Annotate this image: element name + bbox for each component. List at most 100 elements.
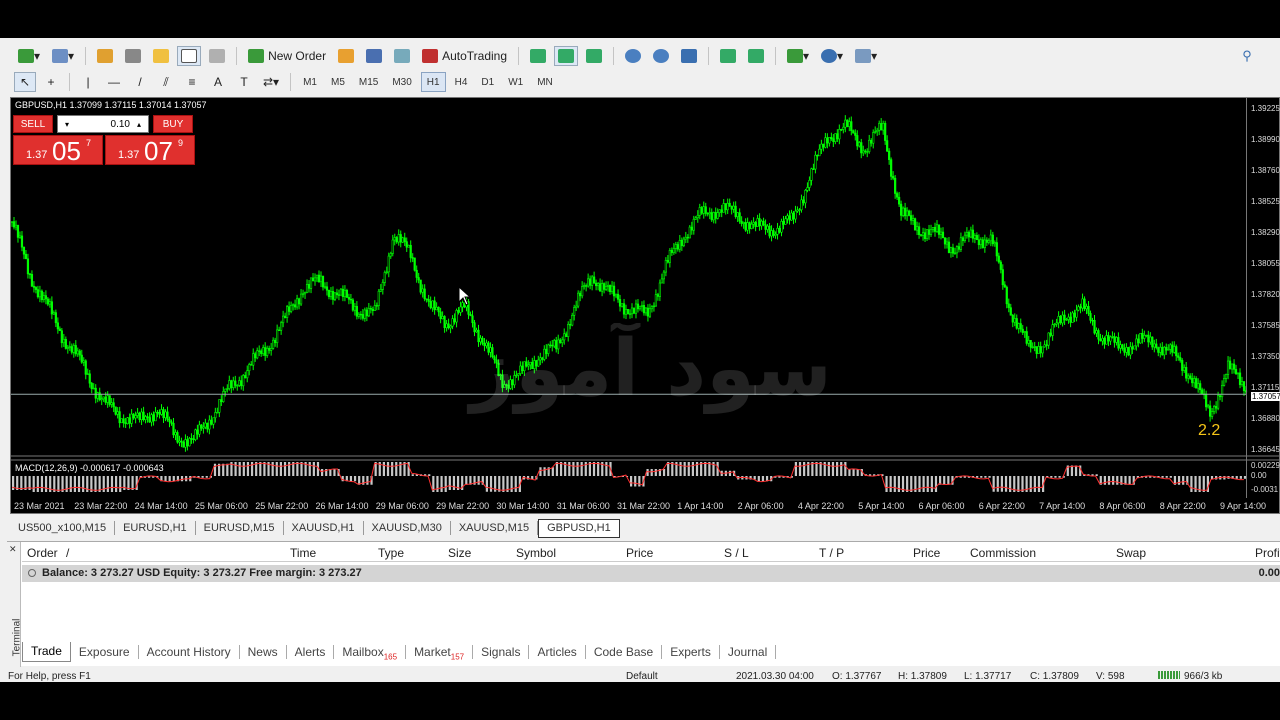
terminal-tab-journal[interactable]: Journal	[720, 645, 777, 659]
timeframe-m30[interactable]: M30	[387, 72, 416, 92]
macd-bar	[259, 462, 262, 476]
terminal-tab-trade[interactable]: Trade	[22, 642, 71, 662]
chart-tab[interactable]: XAUUSD,M15	[451, 521, 539, 535]
navigator-button[interactable]	[149, 46, 173, 66]
horizontal-line-tool[interactable]: —	[103, 72, 125, 92]
tile-windows-button[interactable]	[677, 46, 701, 66]
close-icon[interactable]: ✕	[9, 544, 17, 555]
candle-body	[323, 286, 327, 288]
column-type[interactable]: Type	[378, 546, 404, 560]
indicators-button[interactable]: ▾	[783, 46, 813, 66]
column-profit[interactable]: Profit	[1255, 546, 1280, 560]
buy-price[interactable]: 1.37 07 9	[105, 135, 195, 166]
column-price[interactable]: Price	[626, 546, 653, 560]
lot-decrease-icon[interactable]: ▾	[61, 118, 73, 130]
lot-increase-icon[interactable]: ▴	[133, 118, 145, 130]
candlestick-button[interactable]	[554, 46, 579, 66]
column-swap[interactable]: Swap	[1116, 546, 1146, 560]
macd-bar	[308, 462, 311, 476]
lot-size-input[interactable]: ▾ 0.10 ▴	[57, 115, 149, 133]
metaeditor-button[interactable]	[334, 46, 358, 66]
channel-tool[interactable]: ⫽	[155, 72, 177, 92]
candle-body	[941, 231, 945, 239]
terminal-tab-news[interactable]: News	[240, 645, 287, 659]
candle-body	[489, 347, 492, 353]
chart-shift-button[interactable]	[744, 46, 768, 66]
market-watch-icon	[97, 49, 114, 63]
candle-body	[98, 392, 101, 401]
terminal-tab-code-base[interactable]: Code Base	[586, 645, 663, 659]
templates-button[interactable]: ▾	[851, 46, 881, 66]
bar-chart-button[interactable]	[526, 46, 550, 66]
timeframe-m5[interactable]: M5	[326, 72, 350, 92]
column-time[interactable]: Time	[290, 546, 316, 560]
fibonacci-tool[interactable]: ≡	[181, 72, 203, 92]
zoom-in-button[interactable]	[621, 46, 645, 66]
column-order[interactable]: Order	[27, 546, 58, 560]
price-axis[interactable]: 1.39225 1.38990 1.38760 1.38525 1.38290 1.380…	[1246, 98, 1280, 498]
strategy-tester-button[interactable]	[205, 46, 229, 66]
terminal-tab-exposure[interactable]: Exposure	[71, 645, 139, 659]
candle-body	[746, 222, 749, 231]
terminal-tab-articles[interactable]: Articles	[529, 645, 586, 659]
vertical-line-tool[interactable]: |	[77, 72, 99, 92]
terminal-tab-experts[interactable]: Experts	[662, 645, 720, 659]
search-button[interactable]: ⚲	[1236, 46, 1258, 66]
chart-window[interactable]: GBPUSD,H1 1.37099 1.37115 1.37014 1.3705…	[10, 97, 1280, 514]
macd-bar	[568, 462, 571, 476]
timeframe-w1[interactable]: W1	[503, 72, 528, 92]
data-window-button[interactable]	[121, 46, 145, 66]
one-click-trading-panel: SELL ▾ 0.10 ▴ BUY 1.37 05 7 1.37 07 9	[13, 115, 197, 167]
timeframe-h4[interactable]: H4	[450, 72, 473, 92]
terminal-tab-alerts[interactable]: Alerts	[287, 645, 335, 659]
column-current-price[interactable]: Price	[913, 546, 940, 560]
auto-scroll-button[interactable]	[716, 46, 740, 66]
chart-tab[interactable]: EURUSD,M15	[196, 521, 284, 535]
chart-tab[interactable]: XAUUSD,M30	[364, 521, 451, 535]
new-chart-button[interactable]: ▾	[14, 46, 44, 66]
cursor-tool[interactable]: ↖	[14, 72, 36, 92]
label-tool[interactable]: T	[233, 72, 255, 92]
crosshair-tool[interactable]: +	[40, 72, 62, 92]
timeframe-h1[interactable]: H1	[420, 72, 446, 92]
profiles-button[interactable]: ▾	[48, 46, 78, 66]
sell-button[interactable]: SELL	[13, 115, 53, 133]
column-symbol[interactable]: Symbol	[516, 546, 556, 560]
timeframe-mn[interactable]: MN	[532, 72, 558, 92]
time-axis[interactable]: 23 Mar 2021 23 Mar 22:00 24 Mar 14:00 25 Ma…	[11, 500, 1266, 514]
signals-button[interactable]	[390, 46, 414, 66]
timeframe-d1[interactable]: D1	[476, 72, 499, 92]
trendline-tool[interactable]: /	[129, 72, 151, 92]
candle-body	[710, 212, 713, 221]
new-order-button[interactable]: New Order	[244, 46, 330, 66]
timeframe-m1[interactable]: M1	[298, 72, 322, 92]
line-chart-button[interactable]	[582, 46, 606, 66]
status-profile[interactable]: Default	[626, 671, 658, 682]
terminal-tab-mailbox[interactable]: Mailbox165	[334, 645, 407, 661]
terminal-tab-market[interactable]: Market157	[406, 645, 474, 661]
experts-button[interactable]	[362, 46, 386, 66]
sell-price[interactable]: 1.37 05 7	[13, 135, 103, 166]
chart-tab[interactable]: GBPUSD,H1	[538, 518, 620, 538]
chart-tab[interactable]: US500_x100,M15	[10, 521, 116, 535]
periods-button[interactable]: ▾	[817, 46, 847, 66]
price-chart[interactable]	[11, 98, 1279, 513]
candle-body	[1220, 385, 1224, 398]
text-tool[interactable]: A	[207, 72, 229, 92]
terminal-button[interactable]	[177, 46, 202, 66]
timeframe-m15[interactable]: M15	[354, 72, 383, 92]
balance-row[interactable]: Balance: 3 273.27 USD Equity: 3 273.27 F…	[22, 565, 1280, 582]
chart-tab[interactable]: EURUSD,H1	[115, 521, 196, 535]
chart-tab[interactable]: XAUUSD,H1	[284, 521, 364, 535]
terminal-tab-account-history[interactable]: Account History	[139, 645, 240, 659]
zoom-out-button[interactable]	[649, 46, 673, 66]
column-size[interactable]: Size	[448, 546, 471, 560]
market-watch-button[interactable]	[93, 46, 117, 66]
column-tp[interactable]: T / P	[819, 546, 844, 560]
arrows-tool[interactable]: ⇄▾	[259, 72, 283, 92]
buy-button[interactable]: BUY	[153, 115, 193, 133]
terminal-tab-signals[interactable]: Signals	[473, 645, 530, 659]
column-sl[interactable]: S / L	[724, 546, 749, 560]
column-commission[interactable]: Commission	[970, 546, 1036, 560]
autotrading-button[interactable]: AutoTrading	[418, 46, 511, 66]
